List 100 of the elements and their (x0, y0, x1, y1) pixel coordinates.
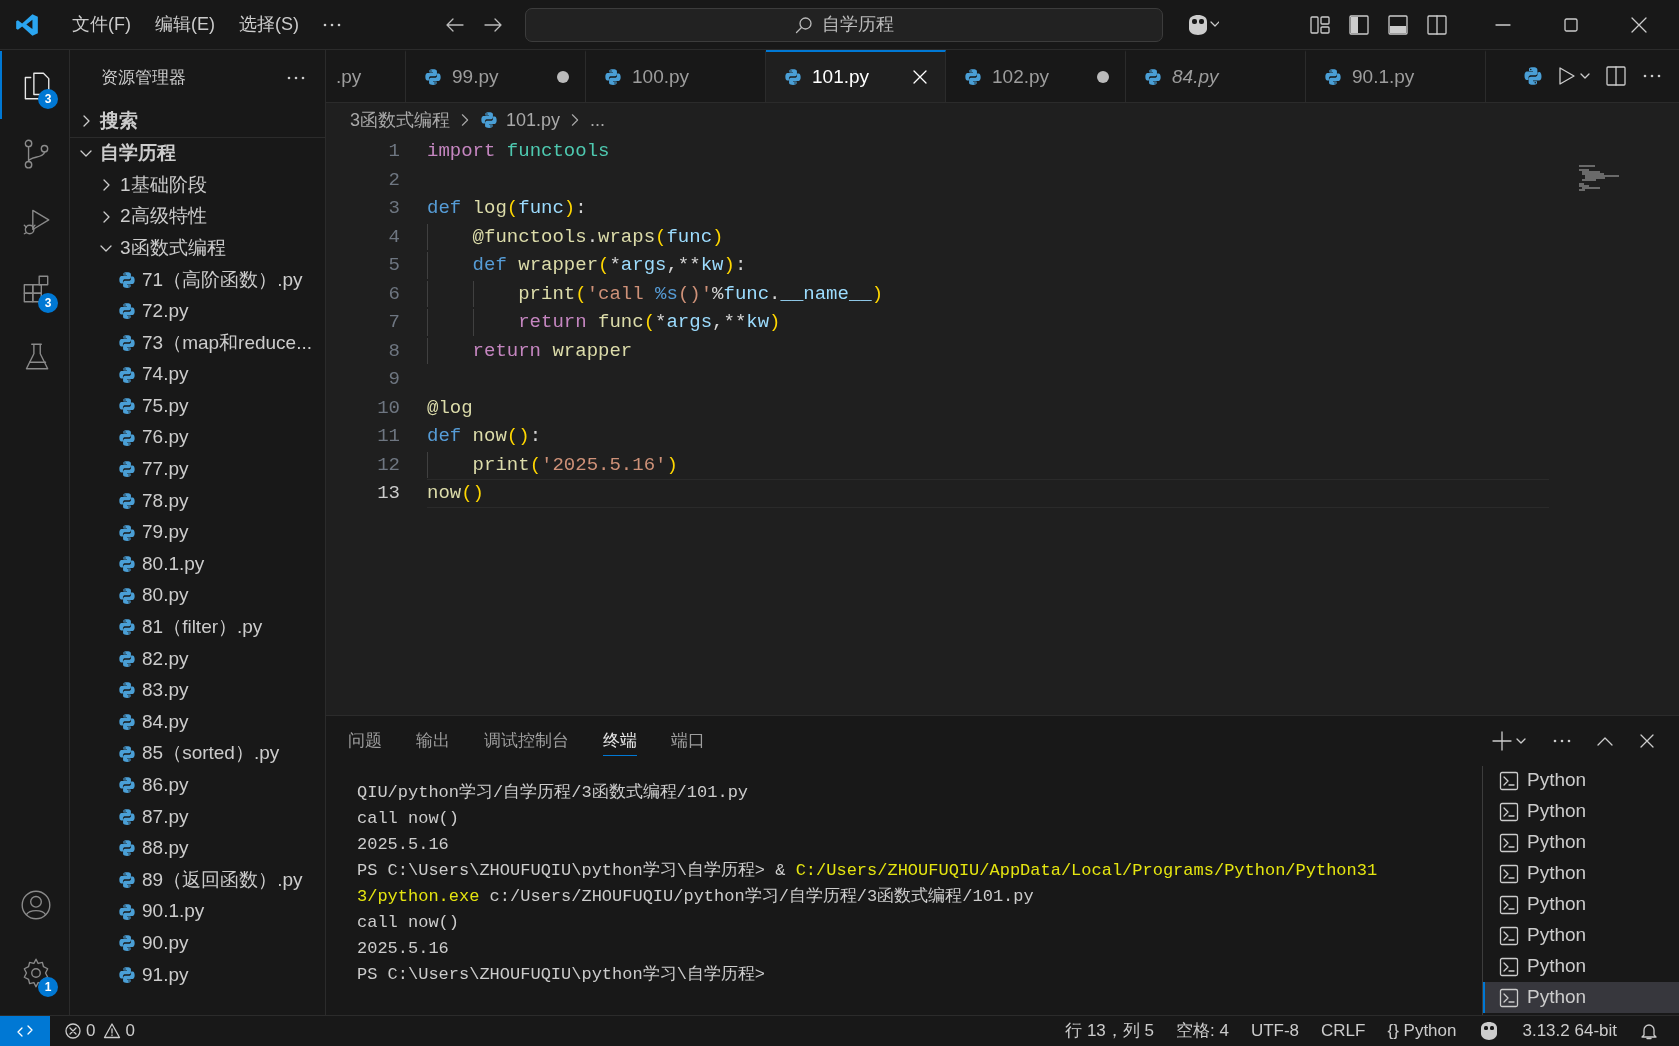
python-file-icon (118, 365, 136, 384)
folder-row[interactable]: 1基础阶段 (70, 169, 325, 201)
status-item[interactable]: 行 13，列 5 (1065, 1018, 1154, 1044)
python-file-icon (118, 776, 136, 795)
code-line: return func(*args,**kw) (517, 310, 781, 335)
folder-row[interactable]: 自学历程 (70, 137, 325, 170)
file-row[interactable]: 84.py (70, 706, 325, 738)
python-file-icon (118, 302, 136, 321)
folder-row[interactable]: 3函数式编程 (70, 232, 325, 264)
split-view-icon[interactable] (1426, 13, 1448, 36)
file-row[interactable]: 79.py (70, 516, 325, 549)
python-file-icon (118, 681, 136, 700)
file-row[interactable]: 75.py (70, 390, 325, 422)
breadcrumb-item[interactable]: 101.py (480, 106, 561, 134)
terminal-line: PS C:\Users\ZHOUFUQIU\python学习\自学历程> & C:/Users/ZHOUFUQIU/AppData/Local/Programs/Python/Python31 (357, 860, 1379, 882)
file-row[interactable]: 90.py (70, 927, 325, 960)
bell-icon[interactable] (1639, 1021, 1659, 1041)
breadcrumb-item[interactable]: ... (590, 106, 606, 134)
python-file-icon[interactable] (1523, 66, 1543, 86)
panel-tab[interactable]: 输出 (416, 726, 450, 756)
terminal-list-item[interactable]: Python (1483, 982, 1679, 1013)
layout-icon[interactable] (1309, 13, 1331, 36)
terminal-line: QIU/python学习/自学历程/3函数式编程/101.py (357, 782, 750, 804)
minimap-drawing (1579, 165, 1619, 191)
count-badge: 3 (38, 89, 58, 109)
file-row[interactable]: 78.py (70, 485, 325, 517)
status-item[interactable]: CRLF (1321, 1018, 1366, 1044)
terminal-list-item[interactable]: Python (1483, 951, 1679, 982)
toggle-panel-icon[interactable] (1387, 13, 1409, 36)
python-file-icon (118, 397, 136, 416)
terminal-icon (1499, 801, 1519, 822)
toggle-sidebar-icon[interactable] (1348, 13, 1370, 36)
file-row[interactable]: 76.py (70, 421, 325, 454)
file-row[interactable]: 89（返回函数）.py (70, 864, 325, 896)
file-row[interactable]: 90.1.py (70, 895, 325, 928)
code-line: import functools (427, 139, 610, 164)
python-file-icon (118, 902, 136, 921)
close-icon[interactable] (911, 68, 929, 86)
folder-row[interactable]: 搜索 (70, 105, 325, 137)
status-item[interactable]: 3.13.2 64-bit (1522, 1018, 1617, 1044)
line-number: 12 (376, 452, 400, 478)
file-row[interactable]: 83.py (70, 674, 325, 707)
file-row[interactable]: 73（map和reduce... (70, 327, 325, 359)
terminal-list-item[interactable]: Python (1483, 827, 1679, 858)
panel-tab[interactable]: 终端 (603, 726, 637, 756)
file-row[interactable]: 86.py (70, 769, 325, 802)
folder-row[interactable]: 2高级特性 (70, 200, 325, 233)
menu-item[interactable]: 编辑(E) (143, 8, 227, 41)
terminal-line: call now() (357, 808, 461, 830)
python-file-icon (118, 333, 136, 352)
line-number: 10 (376, 395, 400, 421)
menu-item[interactable]: 文件(F) (60, 8, 143, 41)
python-file-icon (118, 428, 136, 447)
panel-tab[interactable]: 问题 (348, 726, 382, 756)
file-row[interactable]: 72.py (70, 295, 325, 328)
terminal-icon (1499, 832, 1519, 853)
terminal-icon (1499, 956, 1519, 977)
breadcrumb-item[interactable]: 3函数式编程 (350, 106, 450, 134)
status-item[interactable]: {} Python (1387, 1018, 1457, 1044)
warning-icon (103, 1022, 122, 1040)
editor-tab[interactable]: 101.py (766, 50, 946, 102)
terminal-list-item[interactable]: Python (1483, 889, 1679, 920)
file-row[interactable]: 85（sorted）.py (70, 737, 325, 770)
app-logo-icon (14, 11, 40, 38)
python-file-icon (118, 934, 136, 953)
split-editor-icon[interactable] (1605, 65, 1627, 87)
file-row[interactable]: 74.py (70, 358, 325, 391)
python-file-icon (118, 523, 136, 542)
file-row[interactable]: 71（高阶函数）.py (70, 263, 325, 296)
python-file-icon (118, 839, 136, 858)
panel-tab[interactable]: 端口 (671, 726, 705, 756)
menu-item[interactable]: 选择(S) (227, 8, 311, 41)
error-icon (64, 1022, 82, 1040)
terminal-list-item[interactable]: Python (1483, 796, 1679, 827)
file-row[interactable]: 80.py (70, 579, 325, 612)
terminal-list-item[interactable]: Python (1483, 858, 1679, 889)
terminal-icon (1499, 863, 1519, 884)
file-row[interactable]: 80.1.py (70, 548, 325, 580)
python-file-icon (118, 491, 136, 510)
file-row[interactable]: 81（filter）.py (70, 611, 325, 644)
python-file-icon (118, 965, 136, 984)
line-number: 5 (387, 253, 400, 278)
panel-tab[interactable]: 调试控制台 (484, 726, 569, 756)
file-row[interactable]: 77.py (70, 453, 325, 486)
file-row[interactable]: 88.py (70, 832, 325, 865)
python-file-icon (118, 807, 136, 826)
python-file-icon (118, 649, 136, 668)
file-row[interactable]: 82.py (70, 643, 325, 675)
terminal-list-item[interactable]: Python (1483, 920, 1679, 951)
run-icon[interactable] (1557, 65, 1591, 87)
status-item[interactable]: 空格: 4 (1176, 1018, 1229, 1044)
code-line: return wrapper (471, 338, 633, 364)
python-file-icon (118, 460, 136, 479)
line-number: 7 (387, 310, 400, 335)
problems-button[interactable]: 0 0 (64, 1018, 135, 1044)
status-item[interactable]: UTF-8 (1250, 1018, 1300, 1044)
file-row[interactable]: 87.py (70, 801, 325, 833)
search-field[interactable]: 自学历程 (525, 7, 1163, 42)
terminal-list-item[interactable]: Python (1483, 766, 1679, 796)
file-row[interactable]: 91.py (70, 959, 325, 991)
